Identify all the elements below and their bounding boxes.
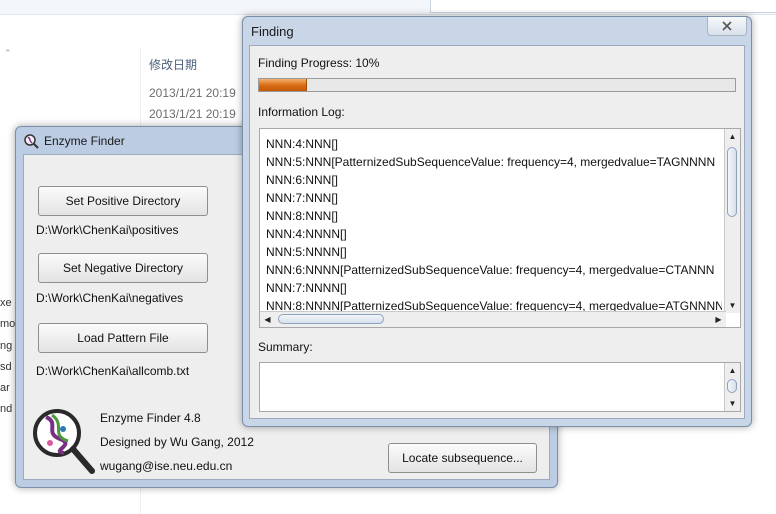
about-app-name: Enzyme Finder 4.8: [100, 411, 201, 425]
background-search-field: [430, 0, 776, 13]
negative-directory-path: D:\Work\ChenKai\negatives: [36, 291, 184, 305]
locate-subsequence-button[interactable]: Locate subsequence...: [388, 443, 537, 473]
scroll-down-icon[interactable]: ▼: [725, 396, 740, 411]
log-line: NNN:7:NNN[]: [266, 191, 339, 205]
scroll-up-icon[interactable]: ▲: [725, 129, 740, 144]
log-horizontal-scroll-thumb[interactable]: [278, 314, 384, 324]
log-line: NNN:6:NNN[]: [266, 173, 339, 187]
summary-vertical-scrollbar[interactable]: ▲ ▼: [724, 363, 740, 411]
log-lines: NNN:4:NNN[] NNN:5:NNN[PatternizedSubSeque…: [266, 135, 722, 313]
information-log-area[interactable]: NNN:4:NNN[] NNN:5:NNN[PatternizedSubSeque…: [259, 128, 741, 328]
enzyme-app-icon: [24, 134, 39, 149]
background-filename-fragment: ng: [0, 340, 13, 352]
positive-directory-path: D:\Work\ChenKai\positives: [36, 223, 179, 237]
finding-window: Finding Finding Progress: 10% Informatio…: [242, 16, 752, 427]
enzyme-finder-title: Enzyme Finder: [44, 134, 125, 148]
log-line: NNN:4:NNN[]: [266, 137, 339, 151]
finding-panel: Finding Progress: 10% Information Log: N…: [249, 45, 745, 419]
progress-label: Finding Progress: 10%: [258, 56, 380, 70]
log-line: NNN:7:NNNN[]: [266, 281, 347, 295]
load-pattern-file-button[interactable]: Load Pattern File: [38, 323, 208, 353]
close-icon: [722, 21, 732, 31]
scroll-right-icon[interactable]: ▶: [711, 312, 726, 327]
summary-area[interactable]: ▲ ▼: [259, 362, 741, 412]
log-line: NNN:6:NNNN[PatternizedSubSequenceValue: …: [266, 263, 715, 277]
finding-title: Finding: [251, 24, 294, 39]
about-email: wugang@ise.neu.edu.cn: [100, 459, 233, 473]
background-column-header: 修改日期: [149, 58, 198, 72]
log-vertical-scroll-thumb[interactable]: [727, 147, 737, 217]
scroll-left-icon[interactable]: ◀: [260, 312, 275, 327]
log-vertical-scrollbar[interactable]: ▲ ▼: [724, 129, 740, 313]
scroll-down-icon[interactable]: ▼: [725, 298, 740, 313]
pattern-file-path: D:\Work\ChenKai\allcomb.txt: [36, 364, 190, 378]
progress-fill: [259, 79, 307, 91]
log-line: NNN:8:NNN[]: [266, 209, 339, 223]
background-date-2: 2013/1/21 20:19: [149, 107, 236, 121]
information-log-label: Information Log:: [258, 105, 345, 119]
about-author: Designed by Wu Gang, 2012: [100, 435, 254, 449]
log-line: NNN:4:NNNN[]: [266, 227, 347, 241]
background-collapse-icon: ⌃: [4, 48, 12, 58]
background-date-1: 2013/1/21 20:19: [149, 86, 236, 100]
enzyme-logo-magnifier-icon: [33, 409, 95, 474]
close-button[interactable]: [707, 17, 747, 36]
log-horizontal-scrollbar[interactable]: ◀ ▶: [260, 311, 726, 327]
background-filename-fragment: sd: [0, 361, 12, 373]
summary-label: Summary:: [258, 340, 313, 354]
summary-scroll-thumb[interactable]: [727, 379, 737, 393]
log-line: NNN:5:NNN[PatternizedSubSequenceValue: f…: [266, 155, 716, 169]
background-address-bar: [0, 0, 776, 15]
set-negative-directory-button[interactable]: Set Negative Directory: [38, 253, 208, 283]
set-positive-directory-button[interactable]: Set Positive Directory: [38, 186, 208, 216]
log-line: NNN:5:NNNN[]: [266, 245, 347, 259]
scroll-up-icon[interactable]: ▲: [725, 363, 740, 378]
background-filename-fragment: nd: [0, 403, 13, 415]
background-filename-fragment: ar: [0, 382, 10, 394]
finding-progress-bar: [258, 78, 736, 92]
background-filename-fragment: xe: [0, 297, 12, 309]
background-filename-fragment: mo: [0, 318, 16, 330]
